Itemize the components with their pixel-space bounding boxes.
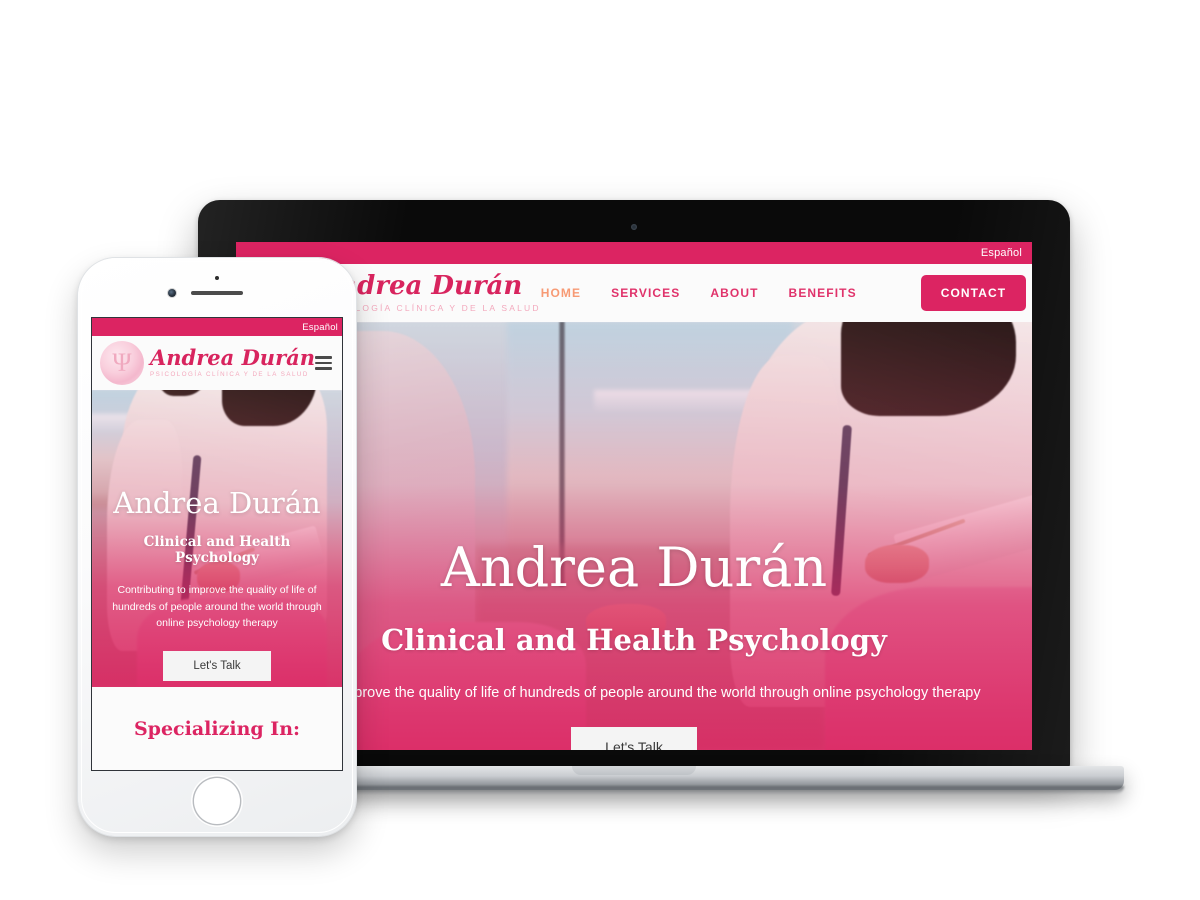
nav-link-home[interactable]: HOME [541, 286, 581, 300]
mockup-canvas: Español Ψ Andrea Durán PSICOLOGÍA CLÍNIC… [0, 0, 1200, 900]
laptop-webcam-icon [631, 224, 637, 230]
hamburger-bar-1 [315, 356, 332, 359]
psi-glyph-mobile: Ψ [112, 348, 132, 377]
brand-name-mobile: Andrea Durán [150, 345, 316, 371]
hero-title-mobile: Andrea Durán [113, 486, 321, 520]
brand-text-block-mobile: Andrea Durán PSICOLOGÍA CLÍNICA Y DE LA … [150, 347, 315, 378]
phone-earpiece-speaker [191, 291, 243, 295]
primary-nav: HOME SERVICES ABOUT BENEFITS CONTACT [541, 275, 1027, 311]
mobile-navbar: Ψ Andrea Durán PSICOLOGÍA CLÍNICA Y DE L… [92, 336, 342, 390]
hamburger-bar-3 [315, 367, 332, 370]
lets-talk-button-mobile[interactable]: Let's Talk [163, 651, 271, 682]
phone-device-mockup: Español Ψ Andrea Durán PSICOLOGÍA CLÍNIC… [78, 258, 356, 836]
brand-logo-mobile[interactable]: Ψ Andrea Durán PSICOLOGÍA CLÍNICA Y DE L… [100, 341, 315, 385]
hero-content-mobile: Andrea Durán Clinical and Health Psychol… [92, 390, 342, 682]
hero-section-mobile: Andrea Durán Clinical and Health Psychol… [92, 390, 342, 687]
phone-front-camera-icon [168, 289, 176, 297]
language-switch-link[interactable]: Español [981, 247, 1022, 259]
language-switch-link-mobile[interactable]: Español [302, 322, 338, 333]
laptop-base-notch [572, 766, 696, 775]
contact-button[interactable]: CONTACT [920, 275, 1027, 311]
phone-screen-viewport: Español Ψ Andrea Durán PSICOLOGÍA CLÍNIC… [92, 318, 342, 770]
specializing-title: Specializing In: [133, 717, 301, 740]
brand-subtitle-mobile: PSICOLOGÍA CLÍNICA Y DE LA SALUD [150, 371, 309, 379]
nav-link-benefits[interactable]: BENEFITS [789, 286, 857, 300]
nav-link-about[interactable]: ABOUT [710, 286, 758, 300]
website-mobile-view: Español Ψ Andrea Durán PSICOLOGÍA CLÍNIC… [92, 318, 342, 770]
specializing-section: Specializing In: [92, 687, 342, 770]
psi-badge-icon-mobile: Ψ [100, 341, 144, 385]
nav-link-services[interactable]: SERVICES [611, 286, 680, 300]
hamburger-menu-icon[interactable] [315, 356, 332, 370]
phone-proximity-sensor-icon [215, 276, 219, 280]
lets-talk-button[interactable]: Let's Talk [571, 726, 697, 750]
hero-subtitle-mobile: Clinical and Health Psychology [143, 534, 291, 567]
hamburger-bar-2 [315, 361, 332, 365]
hero-tagline-mobile: Contributing to improve the quality of l… [112, 584, 322, 629]
phone-home-button[interactable] [194, 778, 240, 824]
language-topbar-mobile: Español [92, 318, 342, 336]
